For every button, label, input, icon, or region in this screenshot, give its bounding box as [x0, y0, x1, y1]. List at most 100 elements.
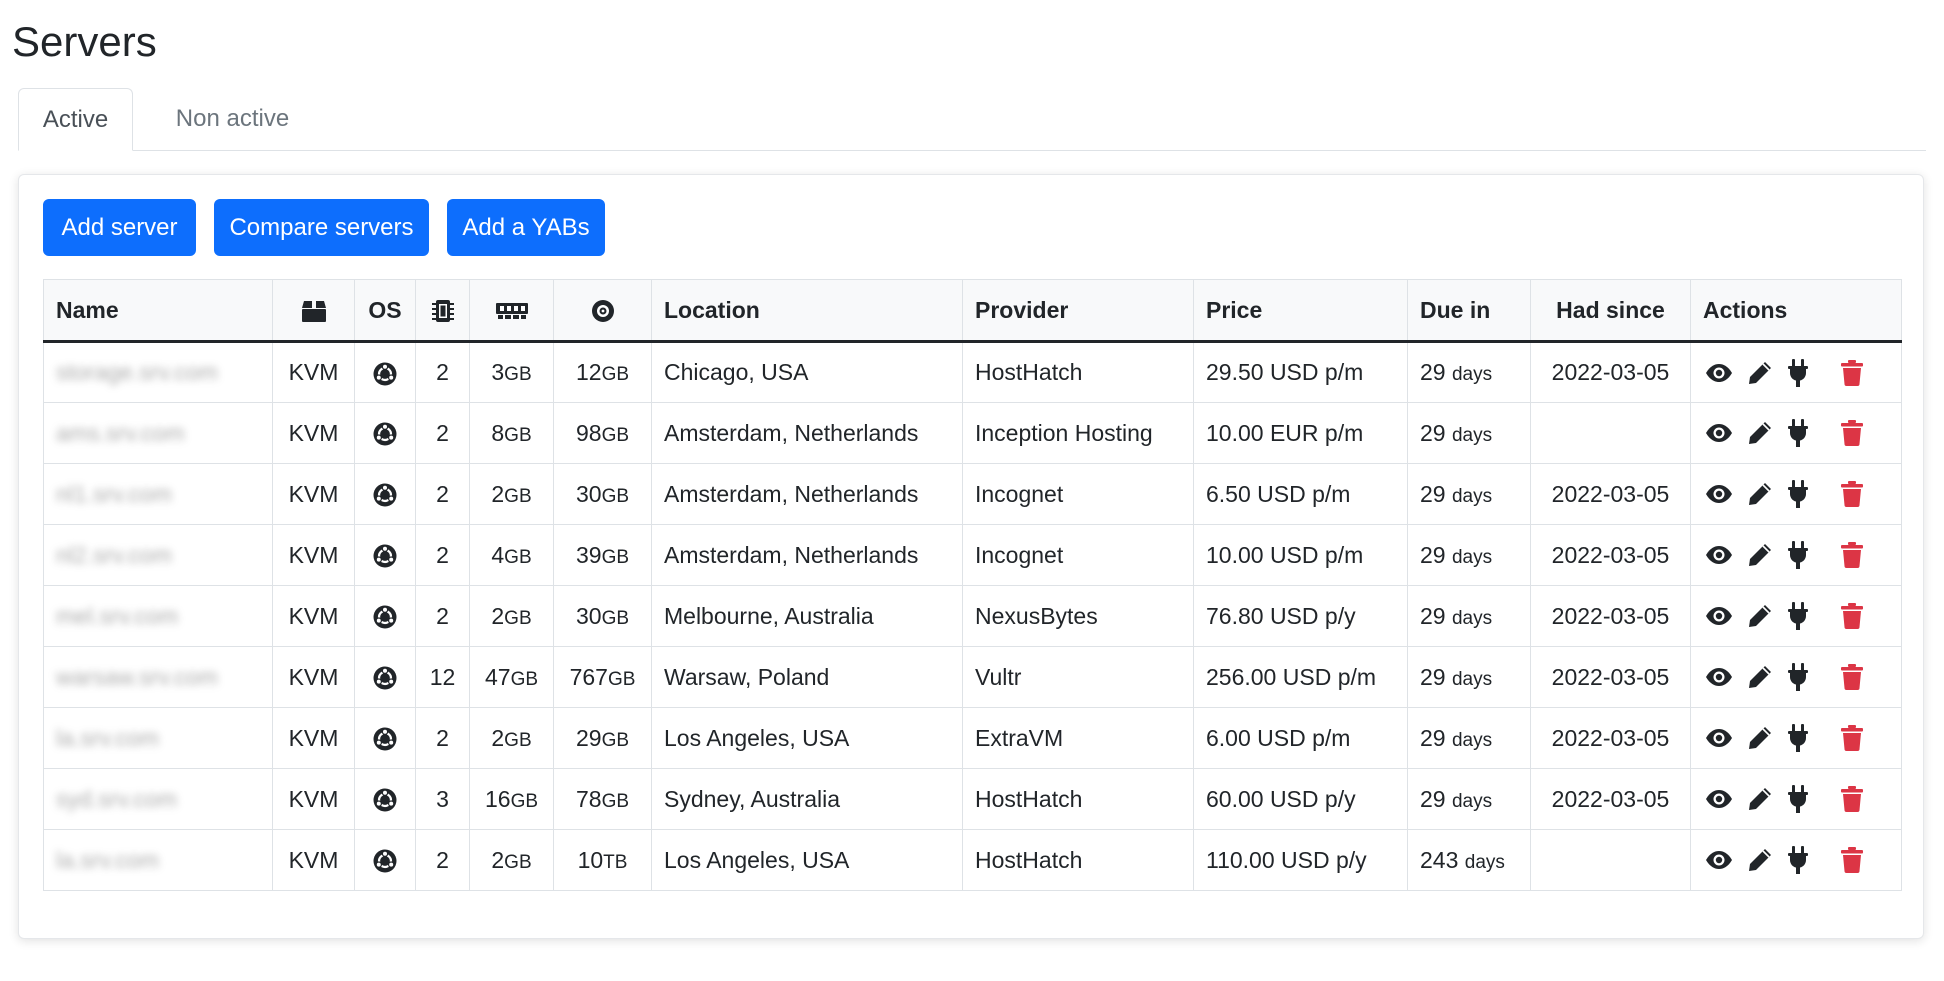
eye-icon[interactable]: [1705, 728, 1733, 748]
due-value: 29: [1420, 359, 1446, 385]
pencil-icon[interactable]: [1747, 786, 1773, 812]
server-ram: 8GB: [469, 402, 554, 464]
plug-icon[interactable]: [1787, 541, 1809, 569]
disk-unit: GB: [601, 364, 630, 385]
pencil-icon[interactable]: [1747, 847, 1773, 873]
ram-unit: GB: [504, 546, 532, 568]
server-actions: [1690, 341, 1902, 403]
server-name: syd.srv.com: [43, 768, 273, 830]
due-value: 243: [1420, 846, 1459, 873]
plug-icon[interactable]: [1787, 419, 1809, 447]
server-location: Amsterdam, Netherlands: [651, 402, 963, 464]
disk-unit: TB: [603, 851, 628, 873]
pencil-icon[interactable]: [1747, 725, 1773, 751]
ram-unit: GB: [504, 424, 532, 446]
trash-icon[interactable]: [1841, 481, 1863, 507]
server-due-in: 29 days: [1407, 463, 1531, 525]
trash-icon[interactable]: [1841, 603, 1863, 629]
trash-icon[interactable]: [1841, 786, 1863, 812]
server-actions: [1690, 829, 1902, 891]
eye-icon[interactable]: [1705, 363, 1733, 383]
server-ram: 4GB: [469, 524, 554, 586]
server-due-in: 29 days: [1407, 768, 1531, 830]
table-row: warsaw.srv.com KVM 12 47GB 767GB Warsaw,…: [43, 646, 1902, 708]
server-provider: NexusBytes: [962, 585, 1194, 647]
server-price: 76.80 USD p/y: [1193, 585, 1408, 647]
plug-icon[interactable]: [1787, 724, 1809, 752]
server-ram: 3GB: [469, 341, 554, 403]
box-icon: [301, 301, 326, 323]
trash-icon[interactable]: [1841, 664, 1863, 690]
server-ram: 2GB: [469, 585, 554, 647]
cpu-chip-icon: [431, 299, 454, 322]
due-unit: days: [1464, 851, 1505, 873]
trash-icon[interactable]: [1841, 542, 1863, 568]
actions-group: [1703, 602, 1889, 630]
eye-icon[interactable]: [1705, 545, 1733, 565]
server-cpu: 2: [415, 707, 470, 769]
table-row: la.srv.com KVM 2 2GB 10TB Los Angeles, U…: [43, 829, 1902, 891]
trash-icon[interactable]: [1841, 420, 1863, 446]
pencil-icon[interactable]: [1747, 360, 1773, 386]
eye-icon[interactable]: [1705, 789, 1733, 809]
server-name-text: storage.srv.com: [56, 359, 218, 385]
server-os: [354, 585, 416, 647]
header-actions: Actions: [1690, 279, 1902, 343]
table-body: storage.srv.com KVM 2 3GB 12GB Chicago, …: [43, 341, 1902, 891]
pencil-icon[interactable]: [1747, 664, 1773, 690]
tab-non-active[interactable]: Non active: [140, 88, 325, 150]
server-actions: [1690, 768, 1902, 830]
compare-servers-button[interactable]: Compare servers: [214, 199, 429, 256]
plug-icon[interactable]: [1787, 602, 1809, 630]
plug-icon[interactable]: [1787, 358, 1809, 387]
page-title: Servers: [12, 18, 157, 65]
disk-value: 29: [575, 724, 602, 751]
header-cpu: [415, 279, 470, 343]
server-os: [354, 402, 416, 464]
server-location: Amsterdam, Netherlands: [651, 463, 963, 525]
memory-stick-icon: [495, 303, 528, 320]
ubuntu-icon: [373, 605, 397, 629]
server-had-since: 2022-03-05: [1530, 707, 1691, 769]
plug-icon[interactable]: [1787, 846, 1809, 874]
plug-icon[interactable]: [1787, 785, 1809, 813]
server-name: la.srv.com: [43, 707, 273, 769]
plug-icon[interactable]: [1787, 480, 1809, 508]
eye-icon[interactable]: [1705, 423, 1733, 443]
server-disk: 767GB: [553, 646, 652, 708]
trash-icon[interactable]: [1841, 359, 1863, 386]
server-name: nl1.srv.com: [43, 463, 273, 525]
server-provider: Incognet: [962, 463, 1194, 525]
server-type: KVM: [272, 402, 355, 464]
table-row: storage.srv.com KVM 2 3GB 12GB Chicago, …: [43, 341, 1902, 403]
ubuntu-icon: [373, 544, 397, 568]
pencil-icon[interactable]: [1747, 603, 1773, 629]
disk-value: 98: [575, 419, 602, 446]
server-os: [354, 829, 416, 891]
pencil-icon[interactable]: [1747, 420, 1773, 446]
trash-icon[interactable]: [1841, 847, 1863, 873]
server-location: Amsterdam, Netherlands: [651, 524, 963, 586]
eye-icon[interactable]: [1705, 667, 1733, 687]
ram-unit: GB: [504, 485, 532, 507]
eye-icon[interactable]: [1705, 606, 1733, 626]
header-due-in: Due in: [1407, 279, 1531, 343]
pencil-icon[interactable]: [1747, 542, 1773, 568]
server-due-in: 29 days: [1407, 646, 1531, 708]
eye-icon[interactable]: [1705, 484, 1733, 504]
server-type: KVM: [272, 524, 355, 586]
trash-icon[interactable]: [1841, 725, 1863, 751]
server-due-in: 29 days: [1407, 341, 1531, 403]
server-name: la.srv.com: [43, 829, 273, 891]
header-price: Price: [1193, 279, 1408, 343]
pencil-icon[interactable]: [1747, 481, 1773, 507]
due-unit: days: [1451, 424, 1493, 446]
server-price: 6.00 USD p/m: [1193, 707, 1408, 769]
plug-icon[interactable]: [1787, 663, 1809, 691]
add-yabs-button[interactable]: Add a YABs: [447, 199, 605, 256]
server-name: warsaw.srv.com: [43, 646, 273, 708]
tab-active[interactable]: Active: [18, 88, 133, 151]
ubuntu-icon: [373, 666, 397, 690]
eye-icon[interactable]: [1705, 850, 1733, 870]
add-server-button[interactable]: Add server: [43, 199, 196, 256]
